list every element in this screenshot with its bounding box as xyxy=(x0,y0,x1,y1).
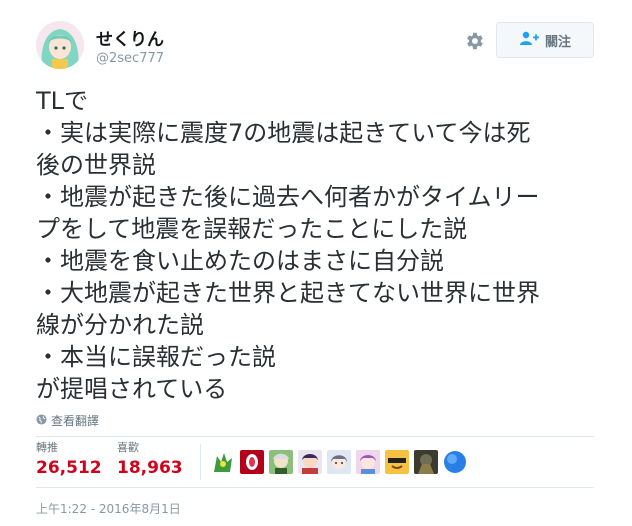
retweet-count: 26,512 xyxy=(36,458,102,478)
tweet-line: ・地震が起きた後に過去へ何者かがタイムリー xyxy=(36,183,540,211)
tweet-line: ・実は実際に震度7の地震は起きていて今は死 xyxy=(36,119,531,147)
liker-avatar[interactable] xyxy=(327,450,351,474)
user-handle[interactable]: @2sec777 xyxy=(96,51,164,66)
stats-separator xyxy=(200,444,201,480)
liker-avatar[interactable] xyxy=(211,450,235,474)
liker-avatar[interactable] xyxy=(443,450,467,474)
tweet-timestamp[interactable]: 上午1:22 - 2016年8月1日 xyxy=(36,500,181,517)
globe-icon xyxy=(36,413,47,428)
avatar[interactable] xyxy=(36,21,84,69)
gear-icon[interactable] xyxy=(463,30,485,52)
display-name[interactable]: せくりん xyxy=(96,25,164,50)
tweet-line: TLで xyxy=(36,87,89,115)
follow-button[interactable]: 關注 xyxy=(496,22,594,58)
translate-link[interactable]: 查看翻譯 xyxy=(36,412,99,429)
divider xyxy=(36,487,594,488)
translate-label: 查看翻譯 xyxy=(51,414,100,428)
liker-avatar[interactable] xyxy=(385,450,409,474)
follow-button-label: 關注 xyxy=(544,34,571,50)
liker-avatar[interactable] xyxy=(298,450,322,474)
liker-avatar[interactable] xyxy=(240,450,264,474)
liker-avatar[interactable] xyxy=(269,450,293,474)
like-label: 喜歡 xyxy=(117,441,139,454)
tweet-line: ・大地震が起きた世界と起きてない世界に世界 xyxy=(36,279,540,307)
tweet-line: 後の世界説 xyxy=(36,151,156,179)
tweet-text: TLで ・実は実際に震度7の地震は起きていて今は死 後の世界説 ・地震が起きた後… xyxy=(36,85,606,405)
tweet-line: プをして地震を誤報だったことにした説 xyxy=(36,215,468,243)
retweet-stat[interactable]: 轉推 26,512 xyxy=(36,441,102,479)
tweet-line: ・本当に誤報だった説 xyxy=(36,343,276,371)
avatar-illustration xyxy=(36,21,84,69)
like-count: 18,963 xyxy=(117,458,183,478)
add-user-icon xyxy=(519,31,539,49)
tweet-line: 線が分かれた説 xyxy=(36,311,204,339)
like-stat[interactable]: 喜歡 18,963 xyxy=(117,441,183,479)
divider xyxy=(36,436,594,437)
liker-avatar[interactable] xyxy=(356,450,380,474)
tweet-line: が提唱されている xyxy=(36,375,228,403)
liker-avatar[interactable] xyxy=(414,450,438,474)
tweet-line: ・地震を食い止めたのはまさに自分説 xyxy=(36,247,444,275)
retweet-label: 轉推 xyxy=(36,441,58,454)
liker-avatars xyxy=(211,450,467,474)
